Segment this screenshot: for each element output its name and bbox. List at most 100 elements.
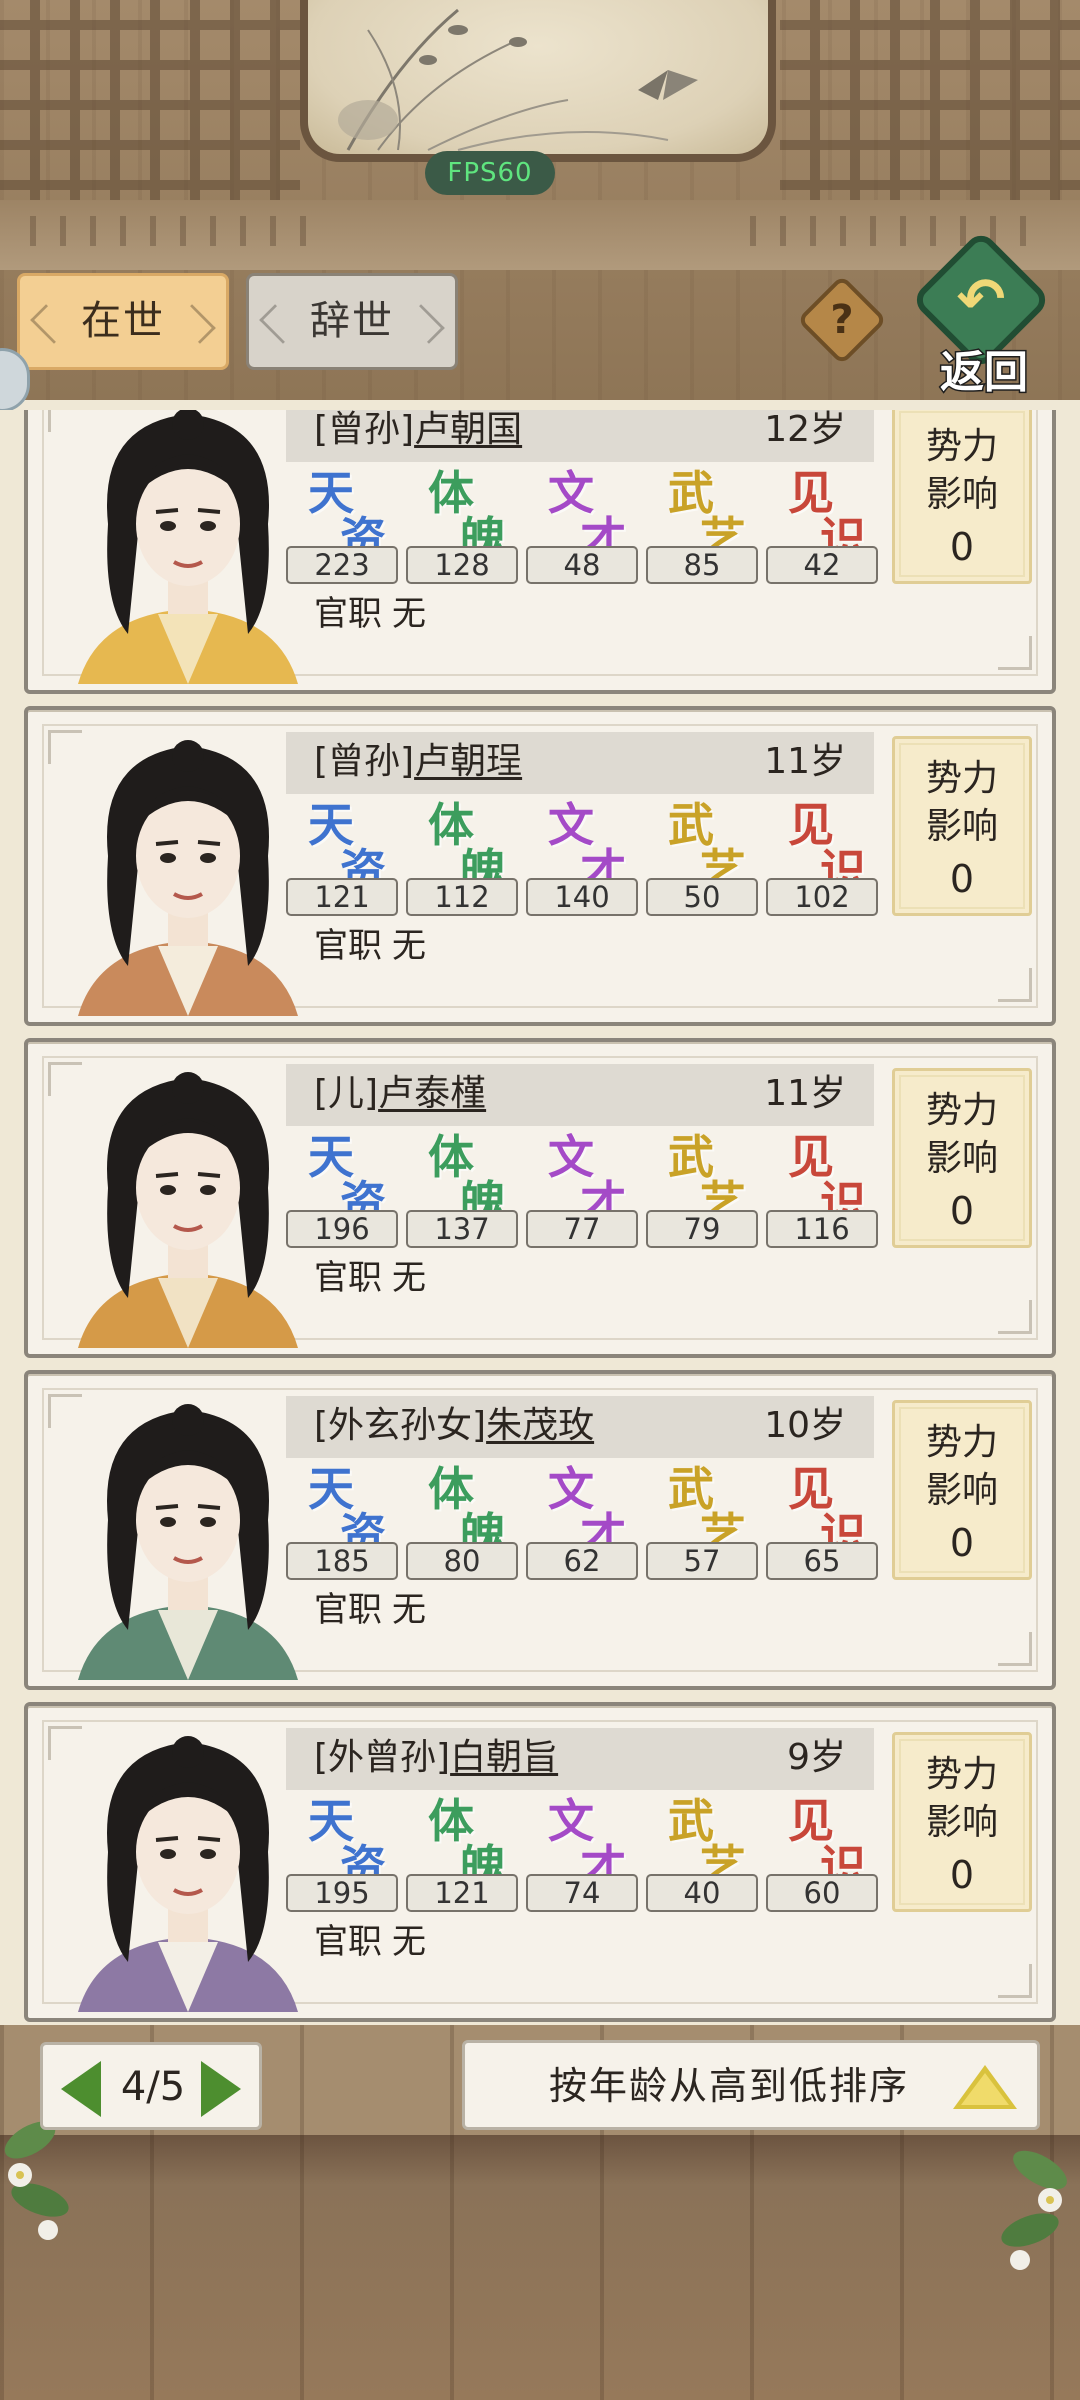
tab-alive[interactable]: 在世 — [17, 273, 229, 370]
sort-button[interactable]: 按年龄从高到低排序 — [462, 2040, 1040, 2130]
flower-leaf-right — [1001, 2150, 1067, 2270]
window-lattice-right — [780, 0, 1080, 220]
office-row: 官职无 — [314, 1922, 426, 1962]
stat-value: 121 — [286, 878, 398, 916]
character-age: 9岁 — [787, 1737, 846, 1778]
stat-value: 77 — [526, 1210, 638, 1248]
stat-value: 121 — [406, 1874, 518, 1912]
office-label: 官职 — [314, 1590, 382, 1630]
orchid-painting — [300, 0, 776, 162]
office-row: 官职无 — [314, 1590, 426, 1630]
orchid-painting-art — [338, 8, 698, 151]
power-influence-box: 势力 影响 0 — [892, 1068, 1032, 1248]
stat-value: 185 — [286, 1542, 398, 1580]
power-influence-box: 势力 影响 0 — [892, 736, 1032, 916]
character-name-link[interactable]: 卢朝珵 — [414, 742, 522, 782]
stat-value: 80 — [406, 1542, 518, 1580]
card-corner-ornament — [998, 1964, 1032, 1998]
power-influence-box: 势力 影响 0 — [892, 1400, 1032, 1580]
stat-value: 196 — [286, 1210, 398, 1248]
office-label: 官职 — [314, 1922, 382, 1962]
character-name-bar: [曾孙] 卢朝珵 11岁 — [286, 732, 874, 794]
prev-page-arrow-icon[interactable] — [61, 2061, 101, 2117]
stat-value: 102 — [766, 878, 878, 916]
back-button-label: 返回 — [939, 346, 1030, 400]
relation-label: [儿] — [314, 1073, 379, 1114]
stat-value: 65 — [766, 1542, 878, 1580]
stat-value: 40 — [646, 1874, 758, 1912]
character-name-bar: [外曾孙] 白朝旨 9岁 — [286, 1728, 874, 1790]
character-name-link[interactable]: 朱茂玫 — [486, 1406, 594, 1446]
tab-deceased[interactable]: 辞世 — [246, 273, 458, 370]
character-age: 11岁 — [764, 741, 846, 782]
character-name-link[interactable]: 卢朝国 — [414, 410, 522, 450]
stat-value: 137 — [406, 1210, 518, 1248]
eave-strip-left — [30, 216, 330, 246]
character-name-link[interactable]: 白朝旨 — [450, 1738, 558, 1778]
power-influence-label: 势力 影响 — [925, 758, 998, 847]
relation-label: [曾孙] — [314, 741, 415, 782]
character-name-link[interactable]: 卢泰槿 — [378, 1074, 486, 1114]
stat-value: 50 — [646, 878, 758, 916]
stat-value: 140 — [526, 878, 638, 916]
character-name-bar: [曾孙] 卢朝国 12岁 — [286, 410, 874, 462]
stat-value: 128 — [406, 546, 518, 584]
window-lattice-left — [0, 0, 300, 220]
character-card[interactable]: [外玄孙女] 朱茂玫 10岁天资 185 体魄 80 文才 62 武艺 57 见识 65 官职无势力 影响… — [24, 1370, 1056, 1690]
power-influence-label: 势力 影响 — [925, 426, 998, 515]
character-card[interactable]: [儿] 卢泰槿 11岁天资 196 体魄 137 文才 77 武艺 79 见识 116 官职无势力 影响 0 — [24, 1038, 1056, 1358]
question-icon: ? — [830, 297, 854, 343]
office-value: 无 — [392, 1590, 426, 1630]
card-corner-ornament — [998, 1632, 1032, 1666]
character-age: 11岁 — [764, 1073, 846, 1114]
stat-value: 60 — [766, 1874, 878, 1912]
office-value: 无 — [392, 1922, 426, 1962]
page-navigator: 4/5 — [40, 2042, 262, 2130]
character-card[interactable]: [曾孙] 卢朝国 12岁天资 223 体魄 128 文才 48 武艺 85 见识 42 官职无势力 影响 0 — [24, 410, 1056, 694]
power-influence-box: 势力 影响 0 — [892, 410, 1032, 584]
power-influence-value: 0 — [949, 1521, 975, 1565]
office-value: 无 — [392, 1258, 426, 1298]
return-arrow-icon: ↶ — [956, 265, 1006, 333]
relation-label: [曾孙] — [314, 410, 415, 450]
stat-value: 195 — [286, 1874, 398, 1912]
character-card[interactable]: [曾孙] 卢朝珵 11岁天资 121 体魄 112 文才 140 武艺 50 见识 102 官职无势力影… — [24, 706, 1056, 1026]
power-influence-label: 势力 影响 — [925, 1090, 998, 1179]
relation-label: [外曾孙] — [314, 1737, 451, 1778]
character-name-bar: [儿] 卢泰槿 11岁 — [286, 1064, 874, 1126]
stat-value: 112 — [406, 878, 518, 916]
office-value: 无 — [392, 594, 426, 634]
card-corner-ornament — [998, 1300, 1032, 1334]
card-corner-ornament — [998, 636, 1032, 670]
power-influence-value: 0 — [949, 1189, 975, 1233]
stat-value: 62 — [526, 1542, 638, 1580]
power-influence-label: 势力 影响 — [925, 1754, 998, 1843]
office-row: 官职无 — [314, 594, 426, 634]
card-corner-ornament — [998, 968, 1032, 1002]
office-value: 无 — [392, 926, 426, 966]
stat-value: 116 — [766, 1210, 878, 1248]
office-label: 官职 — [314, 1258, 382, 1298]
office-label: 官职 — [314, 926, 382, 966]
character-card[interactable]: [外曾孙] 白朝旨 9岁天资 195 体魄 121 文才 74 武艺 40 见识 60 官职无势力 影响 0 — [24, 1702, 1056, 2022]
power-influence-label: 势力 影响 — [925, 1422, 998, 1511]
stat-value: 79 — [646, 1210, 758, 1248]
stat-value: 85 — [646, 546, 758, 584]
power-influence-value: 0 — [949, 1853, 975, 1897]
character-age: 12岁 — [764, 410, 846, 450]
next-page-arrow-icon[interactable] — [201, 2061, 241, 2117]
stat-value: 57 — [646, 1542, 758, 1580]
page-indicator: 4/5 — [120, 2064, 186, 2110]
office-label: 官职 — [314, 594, 382, 634]
sort-label: 按年龄从高到低排序 — [549, 2064, 910, 2108]
stat-value: 42 — [766, 546, 878, 584]
back-button[interactable]: ↶ 返回 — [906, 229, 1056, 400]
office-row: 官职无 — [314, 926, 426, 966]
character-list[interactable]: [曾孙] 卢朝国 12岁天资 223 体魄 128 文才 48 武艺 85 见识 42 官职无势力 影响 0… — [0, 410, 1080, 2025]
character-age: 10岁 — [764, 1405, 846, 1446]
power-influence-value: 0 — [949, 857, 975, 901]
sort-triangle-icon — [953, 2065, 1017, 2109]
character-name-bar: [外玄孙女] 朱茂玫 10岁 — [286, 1396, 874, 1458]
stat-value: 223 — [286, 546, 398, 584]
stat-value: 48 — [526, 546, 638, 584]
